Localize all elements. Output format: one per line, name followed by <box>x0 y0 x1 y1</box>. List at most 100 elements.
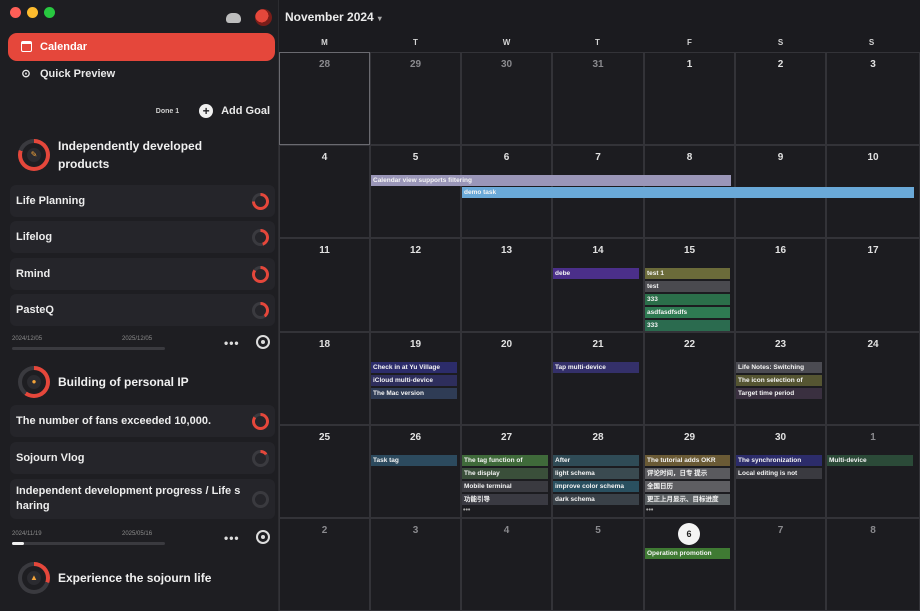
event-bar[interactable]: 全国日历 <box>645 481 730 492</box>
day-cell[interactable]: 5 <box>552 518 644 611</box>
event-bar[interactable]: The tag function of <box>462 455 548 466</box>
event-bar[interactable]: 333 <box>645 294 730 305</box>
goal-header[interactable]: ▲ Experience the sojourn life <box>18 562 273 594</box>
zoom-window-button[interactable] <box>44 7 55 18</box>
day-cell[interactable]: 30 <box>461 52 552 145</box>
event-bar[interactable]: 333 <box>645 320 730 331</box>
goal-header[interactable]: ● Building of personal IP <box>18 366 273 398</box>
cloud-sync-icon[interactable] <box>226 12 241 23</box>
event-bar[interactable]: 评论时间，日专 提示 <box>645 468 730 479</box>
event-bar[interactable]: test <box>645 281 730 292</box>
close-window-button[interactable] <box>10 7 21 18</box>
add-goal-button[interactable]: Add Goal <box>221 105 270 117</box>
goal-date-row: 2024/11/19 2025/05/16 ••• <box>12 528 272 550</box>
goal-header[interactable]: ✎ Independently developed products <box>18 137 273 173</box>
settings-icon[interactable] <box>256 335 270 349</box>
day-cell[interactable]: 14 <box>552 238 644 332</box>
event-bar[interactable]: debe <box>553 268 639 279</box>
chevron-down-icon: ▾ <box>377 14 382 23</box>
day-cell[interactable]: 26 <box>370 425 461 518</box>
event-bar[interactable]: dark schema <box>553 494 639 505</box>
day-cell[interactable]: 3 <box>370 518 461 611</box>
event-bar[interactable]: 更正上月显示、目标进度 <box>645 494 730 505</box>
more-events-indicator[interactable]: ••• <box>463 507 470 514</box>
event-bar[interactable]: Target time period <box>736 388 822 399</box>
more-options-icon[interactable]: ••• <box>224 336 240 350</box>
goal-start-date: 2024/11/19 <box>12 531 42 537</box>
add-goal-icon[interactable]: + <box>199 104 214 118</box>
nav-item-calendar[interactable]: Calendar <box>8 33 275 61</box>
nav-item-quick-preview[interactable]: ⊙ Quick Preview <box>8 60 275 88</box>
done-filter[interactable]: Done 1 <box>156 108 179 115</box>
event-bar[interactable]: Life Notes: Switching <box>736 362 822 373</box>
event-bar[interactable]: asdfasdfsdfs <box>645 307 730 318</box>
event-bar[interactable]: The display <box>462 468 548 479</box>
event-bar[interactable]: Task tag <box>371 455 457 466</box>
minimize-window-button[interactable] <box>27 7 38 18</box>
event-bar[interactable]: Multi-device <box>827 455 913 466</box>
day-cell[interactable]: 24 <box>826 332 920 425</box>
day-cell[interactable]: 5 <box>370 145 461 238</box>
event-bar[interactable]: Operation promotion <box>645 548 730 559</box>
day-cell[interactable]: 28 <box>279 52 370 145</box>
task-item[interactable]: The number of fans exceeded 10,000. <box>10 405 275 437</box>
day-cell[interactable]: 12 <box>370 238 461 332</box>
event-bar[interactable]: light schema <box>553 468 639 479</box>
task-progress-ring <box>252 193 269 210</box>
event-bar[interactable]: The synchronization <box>736 455 822 466</box>
day-cell[interactable]: 16 <box>735 238 826 332</box>
event-bar[interactable]: improve color schema <box>553 481 639 492</box>
day-cell[interactable]: 2 <box>279 518 370 611</box>
day-cell[interactable]: 1 <box>644 52 735 145</box>
day-cell[interactable]: 11 <box>279 238 370 332</box>
goal-toolbar: Done 1 + Add Goal <box>130 101 270 121</box>
window-controls <box>10 7 55 18</box>
event-bar[interactable]: The Mac version <box>371 388 457 399</box>
day-cell[interactable]: 25 <box>279 425 370 518</box>
task-progress-ring <box>252 491 269 508</box>
day-cell[interactable]: 18 <box>279 332 370 425</box>
day-cell[interactable]: 22 <box>644 332 735 425</box>
day-cell[interactable]: 29 <box>370 52 461 145</box>
event-bar[interactable]: demo task <box>462 187 914 198</box>
goal-progress-ring: ● <box>18 366 50 398</box>
task-item[interactable]: Sojourn Vlog <box>10 442 275 474</box>
event-bar[interactable]: test 1 <box>645 268 730 279</box>
settings-icon[interactable] <box>256 530 270 544</box>
day-cell[interactable]: 13 <box>461 238 552 332</box>
event-bar[interactable]: The icon selection of <box>736 375 822 386</box>
month-title: November 2024 <box>285 10 374 24</box>
day-cell[interactable]: 7 <box>735 518 826 611</box>
day-cell[interactable]: 4 <box>279 145 370 238</box>
day-cell[interactable]: 31 <box>552 52 644 145</box>
task-progress-ring <box>252 266 269 283</box>
event-bar[interactable]: The tutorial adds OKR <box>645 455 730 466</box>
more-events-indicator[interactable]: ••• <box>646 507 653 514</box>
day-cell[interactable]: 2 <box>735 52 826 145</box>
day-cell[interactable]: 3 <box>826 52 920 145</box>
event-bar[interactable]: Tap multi-device <box>553 362 639 373</box>
task-item[interactable]: Independent development progress / Life … <box>10 479 275 519</box>
event-bar[interactable]: Local editing is not <box>736 468 822 479</box>
task-item[interactable]: Rmind <box>10 258 275 290</box>
day-cell[interactable]: 17 <box>826 238 920 332</box>
more-options-icon[interactable]: ••• <box>224 531 240 545</box>
day-cell[interactable]: 8 <box>826 518 920 611</box>
task-item[interactable]: Life Planning <box>10 185 275 217</box>
day-cell[interactable]: 4 <box>461 518 552 611</box>
event-bar[interactable]: 功能引导 <box>462 494 548 505</box>
event-bar[interactable]: iCloud multi-device <box>371 375 457 386</box>
event-bar[interactable]: Calendar view supports filtering <box>371 175 731 186</box>
month-selector[interactable]: November 2024 ▾ <box>285 10 382 24</box>
task-item[interactable]: PasteQ <box>10 294 275 326</box>
day-cell[interactable]: 20 <box>461 332 552 425</box>
event-bar[interactable]: Mobile terminal <box>462 481 548 492</box>
day-cell-today[interactable]: 6 <box>644 518 735 611</box>
day-cell[interactable]: 1 <box>826 425 920 518</box>
event-bar[interactable]: Check in at Yu Village <box>371 362 457 373</box>
goal-title: Independently developed products <box>58 139 203 171</box>
event-bar[interactable]: After <box>553 455 639 466</box>
avatar[interactable] <box>255 9 272 26</box>
day-cell[interactable]: 21 <box>552 332 644 425</box>
task-item[interactable]: Lifelog <box>10 221 275 253</box>
